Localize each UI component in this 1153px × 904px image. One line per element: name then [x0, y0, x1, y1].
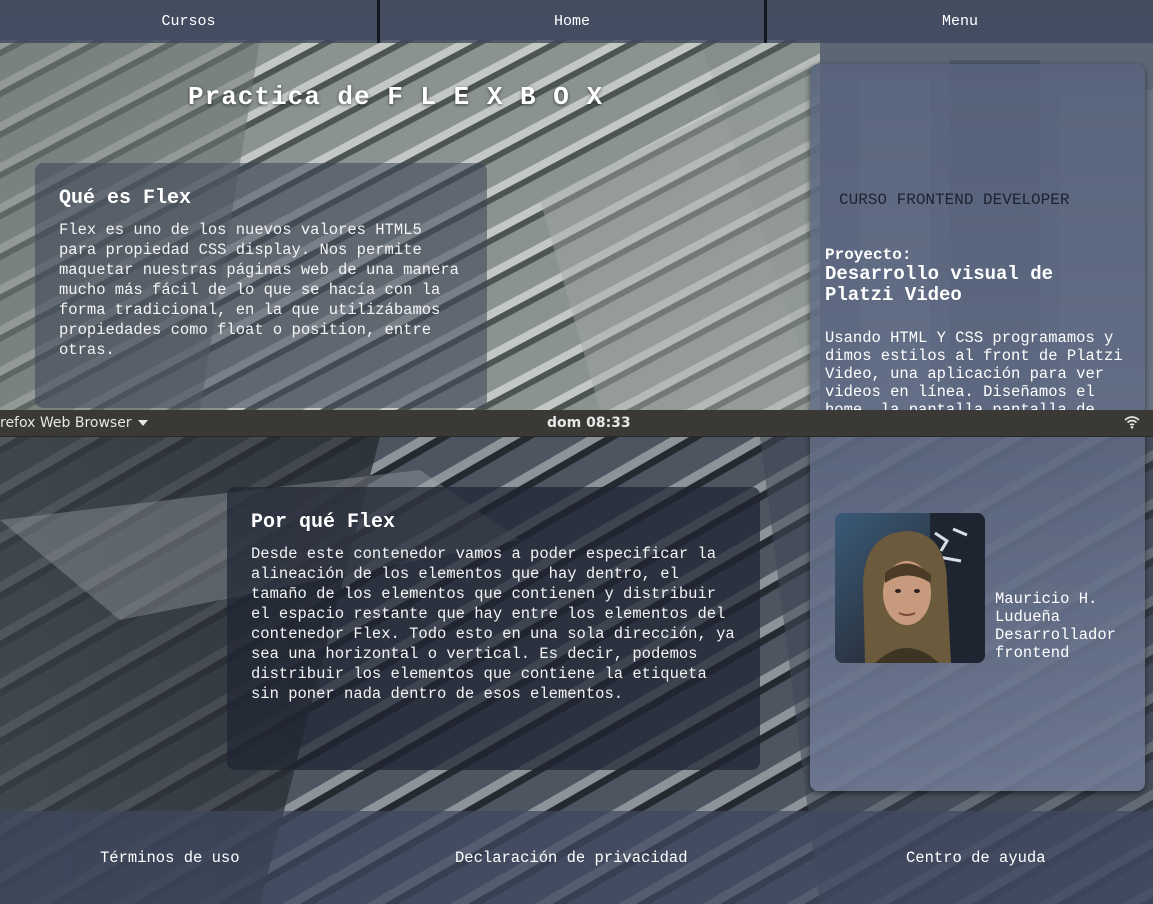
project-name: Desarrollo visual de Platzi Video — [825, 263, 1054, 306]
author-role: Desarrollador frontend — [995, 626, 1116, 662]
top-nav: Cursos Home Menu — [0, 0, 1153, 43]
nav-item-cursos[interactable]: Cursos — [0, 0, 380, 43]
author-name: Mauricio H. Ludueña — [995, 590, 1098, 626]
footer-link-terms[interactable]: Términos de uso — [100, 849, 240, 867]
nav-item-home[interactable]: Home — [380, 0, 767, 43]
card-body: Desde este contenedor vamos a poder espe… — [251, 545, 735, 703]
card-what-is-flex: Qué es Flex Flex es uno de los nuevos va… — [35, 163, 487, 408]
card-title: Por qué Flex — [251, 511, 396, 534]
card-title: Qué es Flex — [59, 187, 192, 210]
system-top-bar: refox Web Browser dom 08:33 — [0, 410, 1153, 437]
footer: Términos de uso Declaración de privacida… — [0, 811, 1153, 904]
clock[interactable]: dom 08:33 — [547, 415, 631, 431]
footer-link-privacy[interactable]: Declaración de privacidad — [455, 849, 688, 867]
wifi-icon[interactable] — [1124, 415, 1140, 433]
nav-item-menu[interactable]: Menu — [767, 0, 1153, 43]
app-menu-label: refox Web Browser — [0, 415, 132, 431]
app-menu[interactable]: refox Web Browser — [0, 415, 148, 431]
card-why-flex: Por qué Flex Desde este contenedor vamos… — [227, 487, 760, 770]
page-title: Practica de F L E X B O X — [188, 82, 604, 112]
course-title: CURSO FRONTEND DEVELOPER — [839, 191, 1070, 209]
avatar — [835, 513, 985, 663]
footer-link-help[interactable]: Centro de ayuda — [906, 849, 1046, 867]
author-info: Mauricio H. Ludueña Desarrollador fronte… — [995, 590, 1140, 662]
project-label: Proyecto: — [825, 246, 912, 264]
caret-down-icon — [137, 420, 148, 426]
card-body: Flex es uno de los nuevos valores HTML5 … — [59, 221, 459, 359]
